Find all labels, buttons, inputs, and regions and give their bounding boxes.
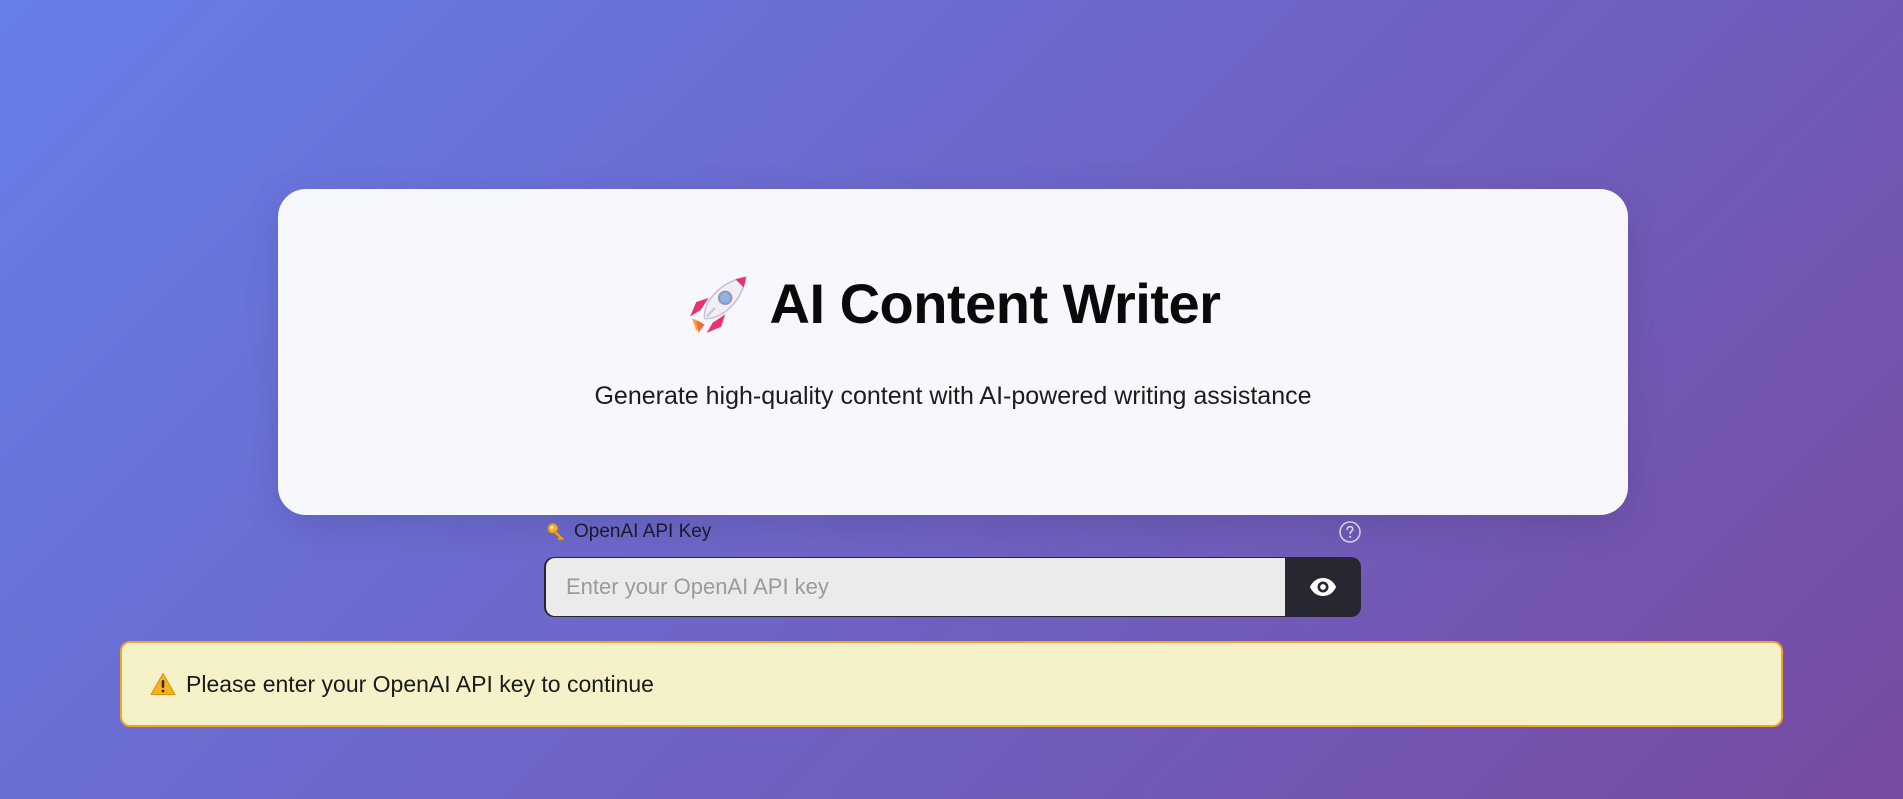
warning-message: Please enter your OpenAI API key to cont… [186,670,654,697]
api-key-label-row: OpenAI API Key [546,519,1362,545]
show-password-button[interactable] [1285,557,1361,617]
warning-triangle-icon [150,673,176,695]
eye-icon [1309,578,1337,596]
page-subtitle: Generate high-quality content with AI-po… [594,382,1312,410]
page-title: AI Content Writer [769,272,1221,335]
api-key-input-group [544,557,1361,617]
rocket-icon [689,276,747,333]
warning-alert: Please enter your OpenAI API key to cont… [120,641,1783,727]
api-key-label: OpenAI API Key [574,521,712,542]
key-icon [547,523,565,541]
hero-card: AI Content Writer Generate high-quality … [278,189,1628,515]
api-key-input[interactable] [546,558,1285,616]
question-circle-icon[interactable] [1338,520,1362,544]
hero-title-row: AI Content Writer [278,271,1628,337]
